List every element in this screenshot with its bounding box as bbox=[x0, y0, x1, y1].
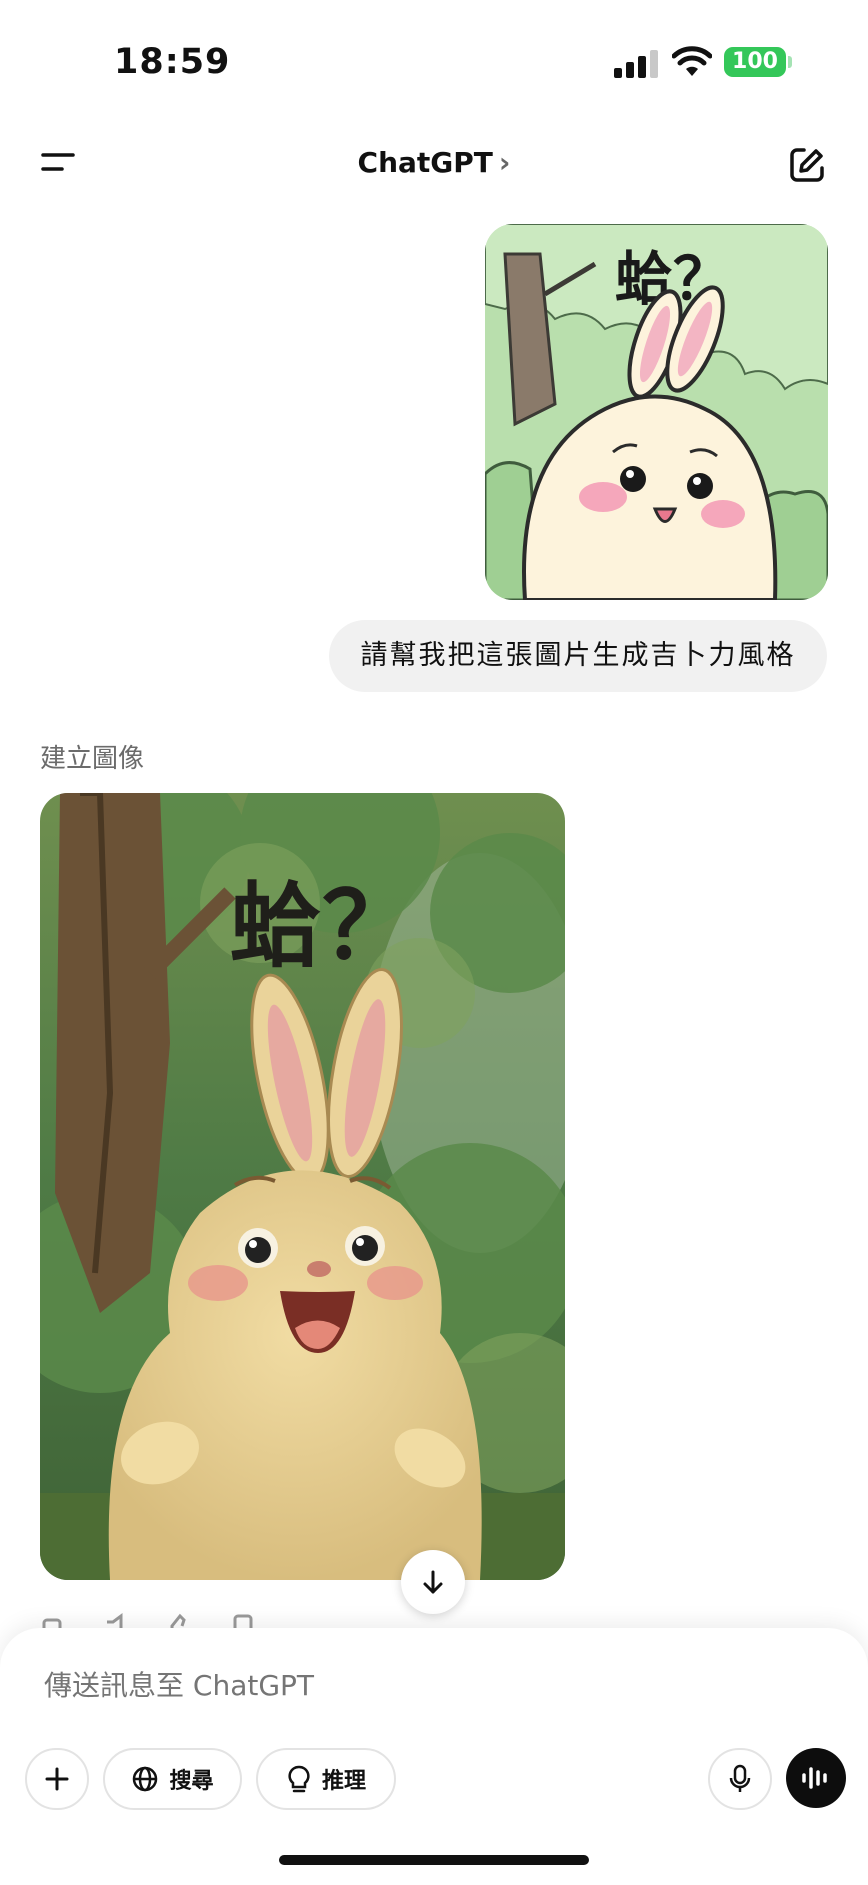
reason-label: 推理 bbox=[321, 1769, 366, 1794]
voice-wave-icon bbox=[802, 1767, 827, 1789]
page-title: ChatGPT bbox=[357, 146, 493, 179]
search-label: 搜尋 bbox=[169, 1769, 214, 1794]
battery-tip bbox=[788, 56, 792, 68]
battery-level: 100 bbox=[724, 47, 786, 77]
compose-icon bbox=[790, 148, 824, 182]
home-indicator bbox=[279, 1855, 589, 1865]
dictate-button[interactable] bbox=[708, 1748, 772, 1810]
reason-button[interactable]: 推理 bbox=[256, 1748, 396, 1810]
mic-icon bbox=[729, 1764, 751, 1792]
new-chat-button[interactable] bbox=[788, 146, 828, 186]
status-bar: 18:59 100 bbox=[0, 0, 868, 110]
search-button[interactable]: 搜尋 bbox=[103, 1748, 242, 1810]
cellular-signal-icon bbox=[614, 50, 658, 78]
composer: 搜尋 推理 bbox=[0, 1628, 868, 1885]
user-message-bubble: 請幫我把這張圖片生成吉卜力風格 bbox=[329, 620, 827, 692]
model-selector[interactable]: ChatGPT › bbox=[0, 146, 868, 179]
chat-header: ChatGPT › bbox=[0, 130, 868, 200]
globe-icon bbox=[133, 1766, 158, 1792]
image-caption-text: 蛤？ bbox=[230, 873, 414, 980]
user-uploaded-image[interactable]: 蛤？ bbox=[485, 224, 828, 600]
attach-button[interactable] bbox=[25, 1748, 89, 1810]
message-input[interactable] bbox=[42, 1668, 646, 1703]
voice-mode-button[interactable] bbox=[786, 1748, 846, 1808]
generated-image[interactable]: 蛤？ bbox=[40, 793, 565, 1580]
scroll-to-bottom-button[interactable] bbox=[401, 1550, 465, 1614]
plus-icon bbox=[45, 1767, 69, 1791]
chevron-right-icon: › bbox=[498, 146, 511, 179]
status-time: 18:59 bbox=[114, 42, 231, 82]
tool-label: 建立圖像 bbox=[40, 744, 145, 774]
arrow-down-icon bbox=[423, 1570, 443, 1594]
lightbulb-icon bbox=[288, 1765, 310, 1793]
wifi-icon bbox=[672, 46, 712, 76]
